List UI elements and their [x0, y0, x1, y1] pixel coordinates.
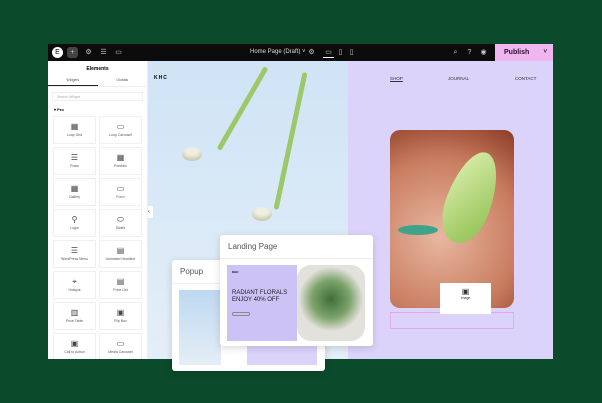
widget-icon: ☰	[70, 153, 79, 162]
widget-label: Portfolio	[114, 164, 127, 168]
nav-contact[interactable]: CONTACT	[515, 76, 536, 81]
promo-headline: RADIANT FLORALS ENJOY 40% OFF	[232, 290, 288, 303]
widget-posts[interactable]: ☰ Posts	[53, 147, 96, 175]
page-settings-icon[interactable]: ⚙	[306, 47, 317, 58]
widget-icon: ▭	[116, 122, 125, 131]
widget-label: Call to Action	[64, 350, 85, 354]
site-logo[interactable]: KHC	[154, 75, 168, 81]
nav-shop[interactable]: SHOP	[390, 76, 403, 81]
flower-image	[179, 290, 221, 365]
widget-icon: ▦	[70, 184, 79, 193]
widget-label: Animated Headline	[105, 257, 136, 261]
widget-icon: ▣	[116, 308, 125, 317]
widget-icon: ▭	[116, 184, 125, 193]
help-icon[interactable]: ?	[464, 47, 475, 58]
widget-label: Slides	[115, 226, 126, 230]
promo-button[interactable]	[232, 312, 250, 316]
widget-grid: ▦ Loop Grid ▭ Loop Carousel ☰ Posts ▦ Portfolio…	[48, 116, 147, 359]
top-toolbar: E + ⚙ ☰ ▭ Home Page (Draft) ˅ ⚙ ▭ ▯ ▯ ⌕ …	[48, 44, 553, 61]
search-widget-input[interactable]: Search Widget	[52, 92, 143, 101]
widget-slides[interactable]: ⬭ Slides	[99, 209, 142, 237]
widget-icon: ⬭	[117, 215, 124, 224]
preview-icon[interactable]: ◉	[478, 47, 489, 58]
widget-icon: ▤	[116, 246, 125, 255]
landing-page-card[interactable]: Landing Page KHC RADIANT FLORALS ENJOY 4…	[220, 235, 373, 346]
chevron-down-icon[interactable]: ˅	[543, 44, 547, 61]
selected-container[interactable]	[390, 312, 514, 329]
widget-price-list[interactable]: ▤ Price List	[99, 271, 142, 299]
promo-brand: KHC	[232, 270, 239, 274]
widget-call-to-action[interactable]: ▣ Call to Action	[53, 333, 96, 359]
widget-label: Login	[70, 226, 79, 230]
widget-label: Posts	[70, 164, 79, 168]
plant-image	[297, 265, 365, 341]
publish-button[interactable]: Publish ˅	[495, 44, 553, 61]
page-title[interactable]: Home Page (Draft) ˅	[250, 49, 306, 55]
elementor-logo-icon[interactable]: E	[52, 47, 63, 58]
widget-label: Price Table	[65, 319, 84, 323]
mobile-icon[interactable]: ▯	[346, 47, 357, 58]
widget-label: Price List	[113, 288, 128, 292]
widget-portfolio[interactable]: ▦ Portfolio	[99, 147, 142, 175]
image-icon: ▣	[461, 287, 470, 296]
widget-label: Form	[116, 195, 125, 199]
widget-flip-box[interactable]: ▣ Flip Box	[99, 302, 142, 330]
flower-bud-image	[182, 147, 202, 161]
search-icon[interactable]: ⌕	[450, 47, 461, 58]
widget-hotspot[interactable]: ⌖ Hotspot	[53, 271, 96, 299]
tab-widgets[interactable]: Widgets	[48, 78, 98, 86]
portrait-image[interactable]	[390, 130, 514, 308]
widget-wordpress-menu[interactable]: ☰ WordPress Menu	[53, 240, 96, 268]
structure-icon[interactable]: ☰	[98, 47, 109, 58]
widget-media-carousel[interactable]: ▭ Media Carousel	[99, 333, 142, 359]
panel-collapse-handle[interactable]: ‹	[148, 206, 153, 218]
settings-icon[interactable]: ⚙	[83, 47, 94, 58]
widget-loop-carousel[interactable]: ▭ Loop Carousel	[99, 116, 142, 144]
widget-icon: ▦	[70, 122, 79, 131]
nav-journal[interactable]: JOURNAL	[448, 76, 469, 81]
promo-banner: KHC RADIANT FLORALS ENJOY 40% OFF	[227, 265, 297, 341]
tab-globals[interactable]: Globals	[98, 78, 148, 86]
comments-icon[interactable]: ▭	[113, 47, 124, 58]
widget-icon: ⚲	[71, 215, 78, 224]
widget-label: Media Carousel	[108, 350, 133, 354]
desktop-icon[interactable]: ▭	[323, 47, 334, 58]
widget-loop-grid[interactable]: ▦ Loop Grid	[53, 116, 96, 144]
stem-image	[216, 66, 269, 151]
widget-icon: ▥	[70, 308, 79, 317]
stem-image	[273, 72, 308, 210]
flower-bud-image	[252, 207, 272, 221]
add-element-icon[interactable]: +	[67, 47, 78, 58]
widget-label: Loop Grid	[66, 133, 83, 137]
widget-icon: ▦	[116, 153, 125, 162]
widget-label: WordPress Menu	[61, 257, 88, 261]
widget-gallery[interactable]: ▦ Gallery	[53, 178, 96, 206]
widget-login[interactable]: ⚲ Login	[53, 209, 96, 237]
widget-label: Loop Carousel	[109, 133, 132, 137]
panel-title: Elements	[86, 66, 109, 72]
landing-page-title: Landing Page	[220, 235, 373, 259]
widget-icon: ⌖	[72, 277, 77, 286]
widget-icon: ▭	[116, 339, 125, 348]
widget-label: Flip Box	[114, 319, 127, 323]
widget-animated-headline[interactable]: ▤ Animated Headline	[99, 240, 142, 268]
widget-price-table[interactable]: ▥ Price Table	[53, 302, 96, 330]
image-widget-drag[interactable]: ▣ Image	[440, 283, 491, 314]
widget-label: Gallery	[68, 195, 81, 199]
elements-panel: Elements Widgets Globals Search Widget ▾ …	[48, 61, 148, 359]
widget-label: Hotspot	[68, 288, 81, 292]
widget-form[interactable]: ▭ Form	[99, 178, 142, 206]
widget-icon: ☰	[70, 246, 79, 255]
section-pro[interactable]: ▾ Pro	[54, 107, 141, 112]
image-widget-label: Image	[460, 296, 471, 300]
tablet-icon[interactable]: ▯	[335, 47, 346, 58]
widget-icon: ▣	[70, 339, 79, 348]
widget-icon: ▤	[116, 277, 125, 286]
